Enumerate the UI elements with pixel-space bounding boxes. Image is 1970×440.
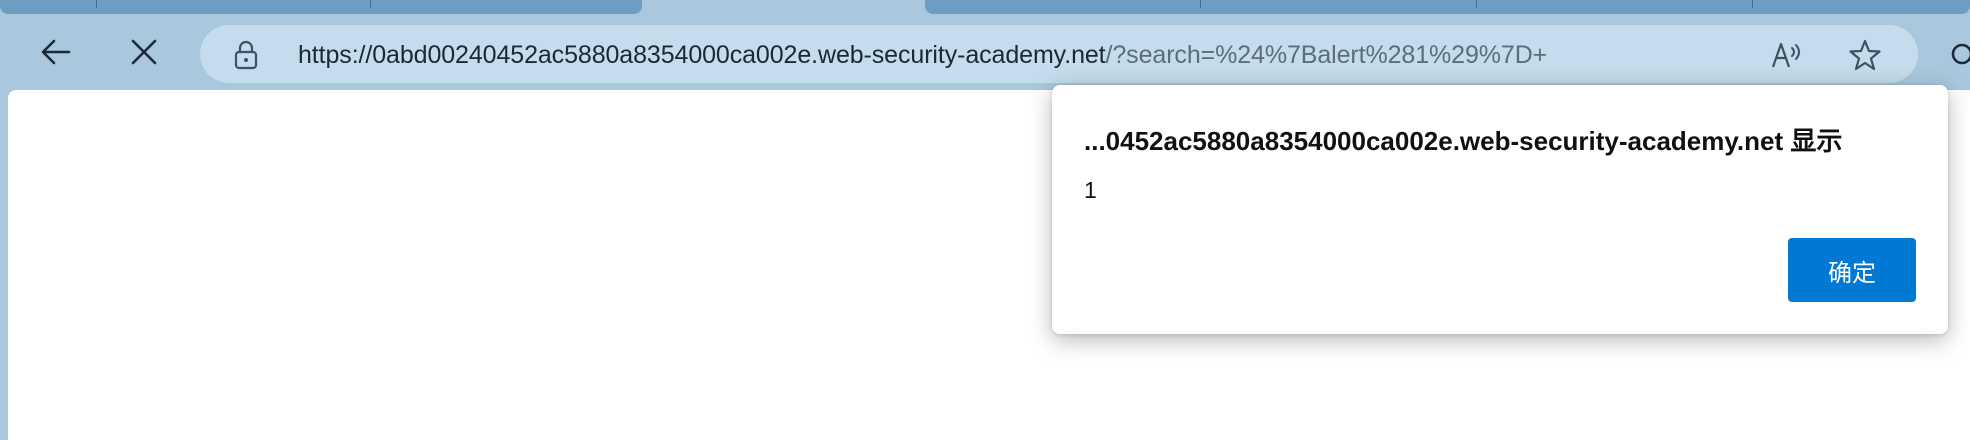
dialog-title: ...0452ac5880a8354000ca002e.web-security… (1084, 126, 1843, 156)
back-button[interactable] (30, 26, 82, 78)
search-icon[interactable] (1948, 42, 1970, 77)
dialog-message: 1 (1084, 177, 1097, 203)
tab-separator (1200, 0, 1201, 8)
address-bar[interactable]: https://0abd00240452ac5880a8354000ca002e… (200, 25, 1918, 83)
tab-separator (96, 0, 97, 8)
tab-strip (0, 0, 1970, 16)
back-arrow-icon (41, 39, 71, 65)
tab-separator (370, 0, 371, 8)
tab-separator (1752, 0, 1753, 8)
browser-toolbar: https://0abd00240452ac5880a8354000ca002e… (0, 16, 1970, 92)
url-text[interactable]: https://0abd00240452ac5880a8354000ca002e… (298, 41, 1547, 70)
ok-button[interactable]: 确定 (1788, 238, 1916, 302)
alert-dialog: ...0452ac5880a8354000ca002e.web-security… (1052, 85, 1948, 334)
url-host: https://0abd00240452ac5880a8354000ca002e… (298, 41, 1106, 69)
favorite-star-icon[interactable] (1848, 38, 1882, 72)
stop-loading-button[interactable] (118, 26, 170, 78)
tab-inactive-right[interactable] (925, 0, 1970, 14)
read-aloud-icon[interactable] (1770, 38, 1804, 72)
close-icon (131, 39, 157, 65)
lock-icon[interactable] (234, 40, 258, 75)
url-path: /?search=%24%7Balert%281%29%7D+ (1105, 41, 1548, 69)
tab-separator (1476, 0, 1477, 8)
